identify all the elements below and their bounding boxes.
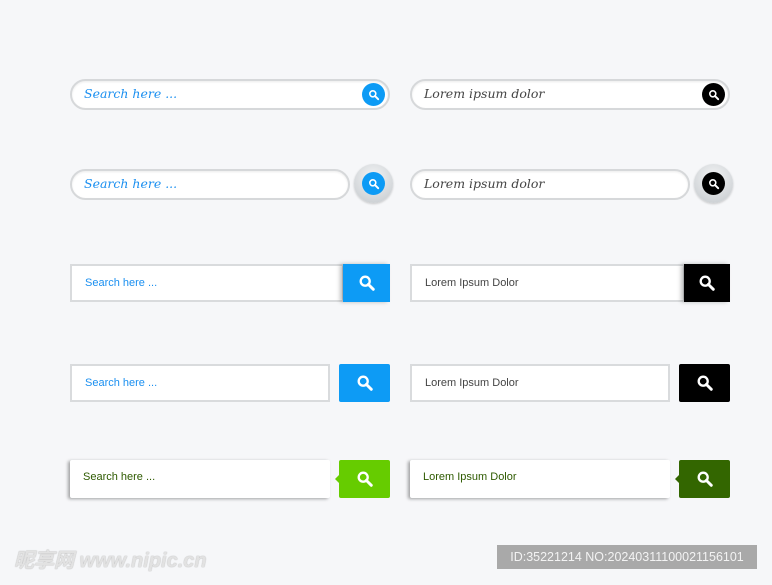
search-input-square-black[interactable]: Lorem Ipsum Dolor — [410, 264, 685, 302]
search-button[interactable] — [694, 164, 733, 203]
search-button[interactable] — [362, 83, 385, 106]
search-button[interactable] — [675, 460, 730, 498]
search-placeholder: Search here ... — [84, 86, 178, 101]
search-button[interactable] — [335, 460, 390, 498]
search-placeholder: Lorem ipsum dolor — [424, 176, 545, 191]
search-icon — [368, 89, 380, 101]
search-icon — [696, 470, 714, 488]
search-icon — [356, 374, 374, 392]
watermark-id: ID:35221214 NO:20240311100021156101 — [497, 545, 757, 569]
search-input-rounded-blue[interactable]: Search here ... — [70, 79, 390, 110]
search-input-shadow-green[interactable]: Search here ... — [70, 460, 330, 498]
search-button[interactable] — [354, 164, 393, 203]
pointer-arrow — [335, 475, 339, 483]
search-placeholder: Search here ... — [85, 277, 158, 289]
search-icon — [698, 274, 716, 292]
search-button[interactable] — [343, 264, 390, 302]
search-placeholder: Lorem ipsum dolor — [424, 86, 545, 101]
search-input-rounded-black[interactable]: Lorem ipsum dolor — [410, 79, 730, 110]
watermark-logo: 昵享网 www.nipic.cn — [14, 550, 207, 572]
search-placeholder: Search here ... — [85, 377, 158, 389]
search-input-flat-black[interactable]: Lorem Ipsum Dolor — [410, 364, 670, 402]
search-input-rounded-black-detached[interactable]: Lorem ipsum dolor — [410, 169, 690, 200]
search-icon — [358, 274, 376, 292]
search-input-rounded-blue-detached[interactable]: Search here ... — [70, 169, 350, 200]
pointer-arrow — [675, 475, 679, 483]
search-button[interactable] — [702, 83, 725, 106]
search-icon — [356, 470, 374, 488]
search-input-flat-blue[interactable]: Search here ... — [70, 364, 330, 402]
search-icon — [708, 178, 720, 190]
search-placeholder: Lorem Ipsum Dolor — [423, 471, 517, 483]
search-icon — [368, 178, 380, 190]
search-button[interactable] — [679, 364, 730, 402]
search-button[interactable] — [339, 364, 390, 402]
search-placeholder: Lorem Ipsum Dolor — [425, 277, 519, 289]
search-icon — [696, 374, 714, 392]
search-button[interactable] — [684, 264, 730, 302]
search-placeholder: Search here ... — [83, 471, 156, 483]
search-input-shadow-dark-green[interactable]: Lorem Ipsum Dolor — [410, 460, 670, 498]
search-placeholder: Lorem Ipsum Dolor — [425, 377, 519, 389]
search-input-square-blue[interactable]: Search here ... — [70, 264, 344, 302]
search-icon — [708, 89, 720, 101]
search-placeholder: Search here ... — [84, 176, 178, 191]
